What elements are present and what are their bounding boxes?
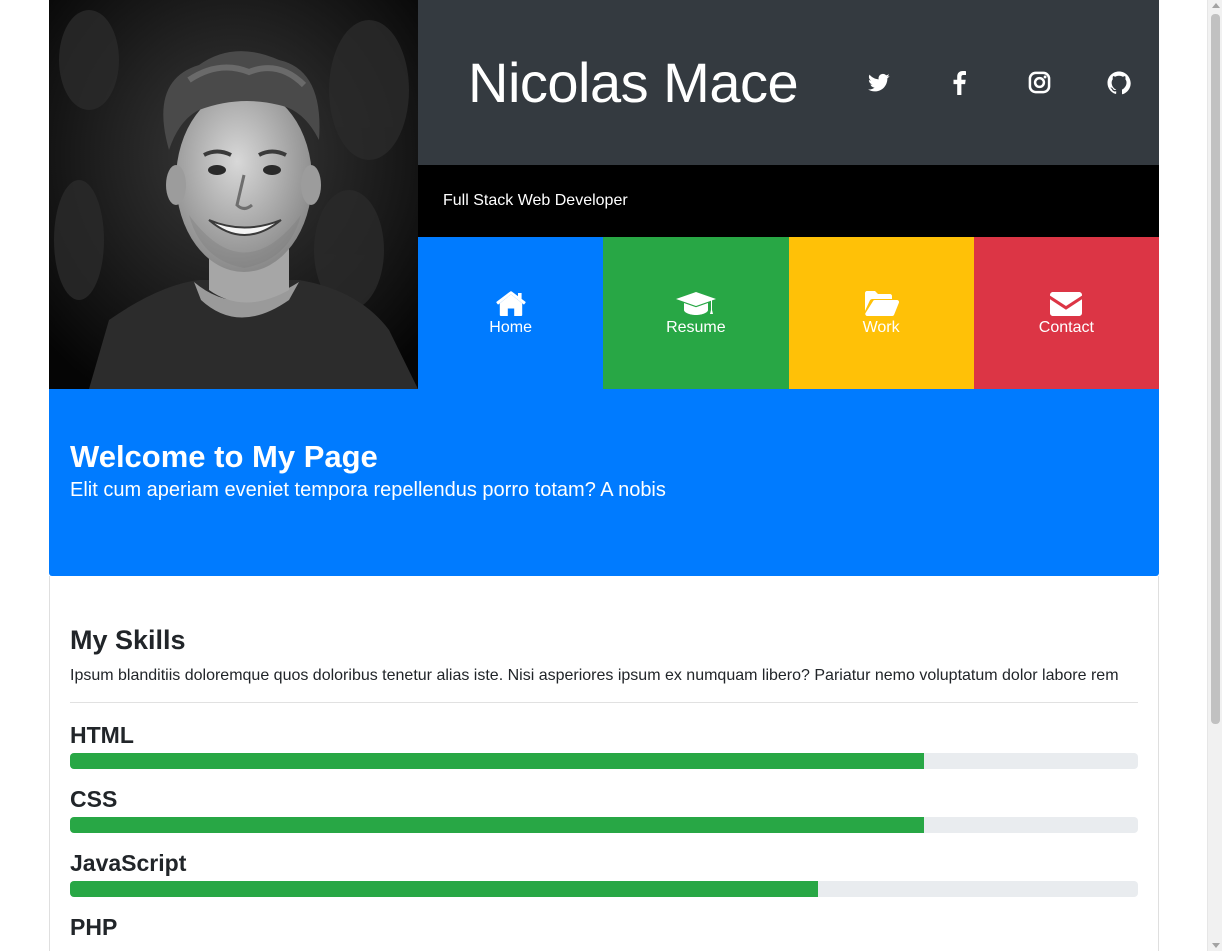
social-links — [839, 63, 1159, 103]
scrollbar-thumb[interactable] — [1211, 14, 1220, 724]
nav-resume[interactable]: Resume — [603, 237, 789, 389]
skill-progress-bar — [70, 817, 1138, 833]
skill-html: HTML — [70, 721, 1138, 769]
profile-name: Nicolas Mace — [468, 51, 799, 114]
nav-contact-label: Contact — [1038, 319, 1094, 336]
scroll-down-arrow-icon[interactable] — [1212, 943, 1220, 948]
welcome-title: Welcome to My Page — [70, 439, 378, 474]
name-bar: Nicolas Mace — [418, 0, 1159, 165]
instagram-icon[interactable] — [999, 63, 1079, 103]
home-icon — [495, 285, 526, 317]
skill-name: PHP — [70, 914, 118, 940]
nav-resume-label: Resume — [666, 319, 726, 336]
skill-progress-fill — [70, 881, 818, 897]
header-right: Nicolas Mace Full Stack Web Developer Ho… — [418, 0, 1159, 389]
skill-php: PHP — [70, 913, 1138, 941]
skill-name: JavaScript — [70, 850, 187, 876]
facebook-icon[interactable] — [919, 63, 999, 103]
skill-progress-fill — [70, 753, 925, 769]
nav-contact[interactable]: Contact — [973, 237, 1159, 389]
skills-description: Ipsum blanditiis doloremque quos dolorib… — [70, 667, 1119, 684]
skills-card: My Skills Ipsum blanditiis doloremque qu… — [49, 576, 1159, 951]
tagline: Full Stack Web Developer — [418, 165, 1159, 237]
welcome-banner: Welcome to My Page Elit cum aperiam even… — [49, 389, 1159, 576]
envelope-icon — [1050, 285, 1083, 317]
main-nav: Home Resume Work Contact — [418, 237, 1159, 389]
scroll-up-arrow-icon[interactable] — [1212, 3, 1220, 8]
profile-photo — [49, 0, 418, 389]
page-container: Nicolas Mace Full Stack Web Developer Ho… — [49, 0, 1159, 951]
nav-home[interactable]: Home — [418, 237, 604, 389]
graduation-cap-icon — [675, 285, 717, 317]
welcome-subtitle: Elit cum aperiam eveniet tempora repelle… — [70, 479, 666, 501]
nav-work[interactable]: Work — [788, 237, 974, 389]
skill-javascript: JavaScript — [70, 849, 1138, 897]
skill-css: CSS — [70, 785, 1138, 833]
skill-progress-bar — [70, 753, 1138, 769]
github-icon[interactable] — [1079, 63, 1159, 103]
nav-work-label: Work — [862, 319, 900, 336]
vertical-scrollbar[interactable] — [1207, 0, 1222, 951]
skill-progress-bar — [70, 881, 1138, 897]
skill-name: HTML — [70, 722, 134, 748]
skill-progress-fill — [70, 817, 925, 833]
nav-home-label: Home — [489, 319, 532, 336]
header: Nicolas Mace Full Stack Web Developer Ho… — [49, 0, 1159, 389]
twitter-icon[interactable] — [839, 63, 919, 103]
skills-title: My Skills — [70, 625, 186, 655]
skill-name: CSS — [70, 786, 118, 812]
folder-open-icon — [863, 285, 900, 317]
